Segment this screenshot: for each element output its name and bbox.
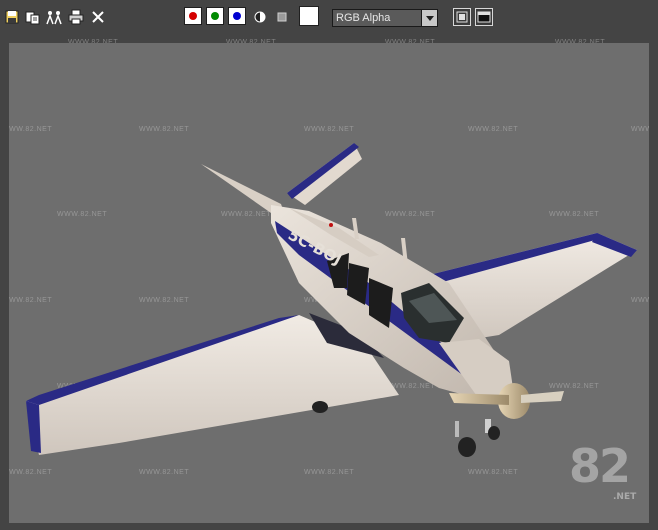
copy-icon[interactable]: [25, 9, 41, 25]
close-icon[interactable]: [90, 9, 106, 25]
chevron-down-icon[interactable]: [421, 10, 437, 26]
monochrome-icon[interactable]: [274, 9, 290, 25]
print-icon[interactable]: [68, 9, 84, 25]
blue-channel-icon: [233, 12, 241, 20]
window-icon: [456, 11, 468, 23]
color-swatch[interactable]: [299, 6, 319, 26]
alpha-channel-icon[interactable]: [252, 9, 268, 25]
brand-logo-suffix: .NET: [613, 492, 637, 502]
blue-channel-button[interactable]: [228, 7, 246, 25]
brand-logo-number: 82: [569, 439, 631, 493]
channel-select[interactable]: RGB Alpha: [332, 9, 438, 27]
monitor-icon: [477, 11, 491, 23]
display-button[interactable]: [475, 8, 493, 26]
airplane-render: 5C-BOJ: [26, 143, 637, 457]
clear-button[interactable]: [453, 8, 471, 26]
red-channel-icon: [189, 12, 197, 20]
save-icon[interactable]: [4, 9, 20, 25]
render-viewport: WWW.82.NET WWW.82.NET WWW.82.NET WWW.82.…: [9, 43, 649, 523]
render-frame-toolbar: RGB Alpha: [0, 0, 658, 36]
clone-icon[interactable]: [46, 9, 62, 25]
channel-select-value: RGB Alpha: [336, 12, 391, 24]
red-channel-button[interactable]: [184, 7, 202, 25]
green-channel-button[interactable]: [206, 7, 224, 25]
green-channel-icon: [211, 12, 219, 20]
